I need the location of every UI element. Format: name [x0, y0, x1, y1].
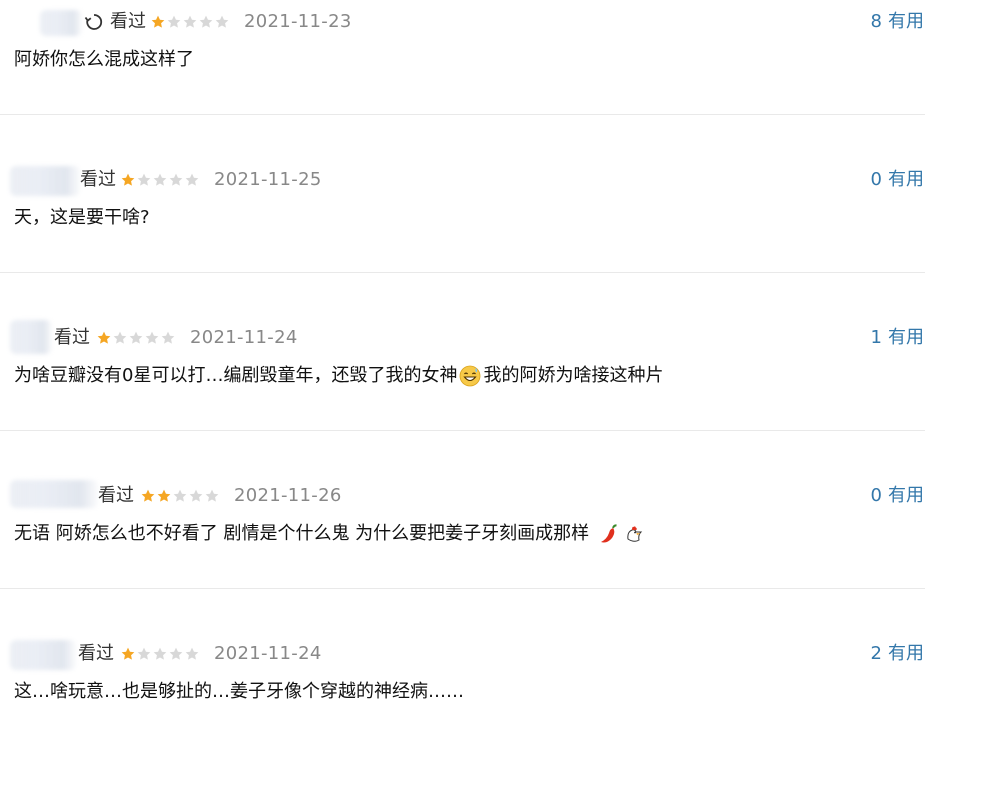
review-item: 看过 2021-11-25 0 有用 天，这是要干啥? [0, 158, 1000, 315]
star-empty-icon [113, 331, 127, 344]
star-empty-icon [137, 173, 151, 186]
star-filled-icon [97, 331, 111, 344]
chili-pepper-emoji [600, 524, 617, 543]
useful-vote-button[interactable]: 0 有用 [871, 483, 924, 509]
review-item: 看过 2021-11-24 1 有用 为啥豆瓣没有0星可以打…编剧毁童年，还毁了我… [0, 316, 1000, 473]
useful-count: 0 [870, 485, 882, 506]
star-empty-icon [153, 173, 167, 186]
useful-label: 有用 [888, 643, 924, 664]
review-content: 天，这是要干啥? [14, 207, 150, 228]
useful-count: 2 [870, 643, 882, 664]
blurred-username [10, 320, 52, 354]
divider [0, 272, 925, 273]
review-content: 这…啥玩意…也是够扯的…姜子牙像个穿越的神经病…… [14, 681, 464, 702]
blurred-username [10, 480, 98, 508]
star-filled-icon [121, 173, 135, 186]
review-item: 看过 2021-11-24 2 有用 这…啥玩意…也是够扯的…姜子牙像个穿越的神经… [0, 632, 1000, 789]
star-empty-icon [183, 15, 197, 28]
useful-count: 1 [870, 327, 882, 348]
star-empty-icon [153, 647, 167, 660]
watched-status: 看过 [54, 327, 90, 348]
watched-status: 看过 [80, 169, 116, 190]
star-empty-icon [173, 489, 187, 502]
watched-status: 看过 [110, 11, 146, 32]
star-filled-icon [141, 489, 155, 502]
useful-label: 有用 [888, 169, 924, 190]
grinning-sweat-emoji [460, 365, 481, 387]
review-content: 为啥豆瓣没有0星可以打…编剧毁童年，还毁了我的女神 我的阿娇为啥接这种片 [14, 362, 663, 390]
useful-label: 有用 [888, 11, 924, 32]
star-empty-icon [199, 15, 213, 28]
review-item: 看过 2021-11-23 8 有用 阿娇你怎么混成这样了 [0, 0, 1000, 157]
review-content: 阿娇你怎么混成这样了 [14, 49, 194, 70]
star-empty-icon [161, 331, 175, 344]
star-empty-icon [189, 489, 203, 502]
star-empty-icon [167, 15, 181, 28]
star-filled-icon [157, 489, 171, 502]
star-empty-icon [169, 173, 183, 186]
rating-stars [96, 325, 176, 351]
star-filled-icon [151, 15, 165, 28]
star-empty-icon [205, 489, 219, 502]
review-date: 2021-11-25 [214, 169, 322, 190]
star-empty-icon [215, 15, 229, 28]
divider [0, 588, 925, 589]
rating-stars [120, 167, 200, 193]
rating-stars [150, 9, 230, 35]
useful-label: 有用 [888, 327, 924, 348]
star-empty-icon [129, 331, 143, 344]
review-date: 2021-11-23 [244, 11, 352, 32]
sync-icon [84, 14, 103, 30]
review-text-part: 无语 阿娇怎么也不好看了 剧情是个什么鬼 为什么要把姜子牙刻画成那样 [14, 523, 590, 544]
star-empty-icon [137, 647, 151, 660]
useful-vote-button[interactable]: 1 有用 [871, 325, 924, 351]
review-item: 看过 2021-11-26 0 有用 无语 阿娇怎么也不好看了 剧情是个什么鬼 为… [0, 474, 1000, 631]
rating-stars [120, 641, 200, 667]
star-empty-icon [185, 173, 199, 186]
review-date: 2021-11-24 [190, 327, 298, 348]
useful-count: 8 [870, 11, 882, 32]
watched-status: 看过 [98, 485, 134, 506]
star-empty-icon [169, 647, 183, 660]
useful-vote-button[interactable]: 0 有用 [871, 167, 924, 193]
watched-status: 看过 [78, 643, 114, 664]
divider [0, 114, 925, 115]
review-text-part: 为啥豆瓣没有0星可以打…编剧毁童年，还毁了我的女神 [14, 365, 458, 386]
blurred-username [10, 640, 76, 670]
useful-count: 0 [870, 169, 882, 190]
blurred-username [10, 166, 80, 196]
star-empty-icon [145, 331, 159, 344]
star-empty-icon [185, 647, 199, 660]
star-filled-icon [121, 647, 135, 660]
review-date: 2021-11-26 [234, 485, 342, 506]
review-text-part: 我的阿娇为啥接这种片 [483, 365, 664, 386]
divider [0, 430, 925, 431]
rating-stars [140, 483, 220, 509]
review-date: 2021-11-24 [214, 643, 322, 664]
blurred-username [40, 10, 82, 36]
useful-vote-button[interactable]: 8 有用 [871, 9, 924, 35]
review-content: 无语 阿娇怎么也不好看了 剧情是个什么鬼 为什么要把姜子牙刻画成那样 [14, 520, 647, 548]
useful-label: 有用 [888, 485, 924, 506]
rooster-emoji [627, 526, 643, 542]
useful-vote-button[interactable]: 2 有用 [871, 641, 924, 667]
